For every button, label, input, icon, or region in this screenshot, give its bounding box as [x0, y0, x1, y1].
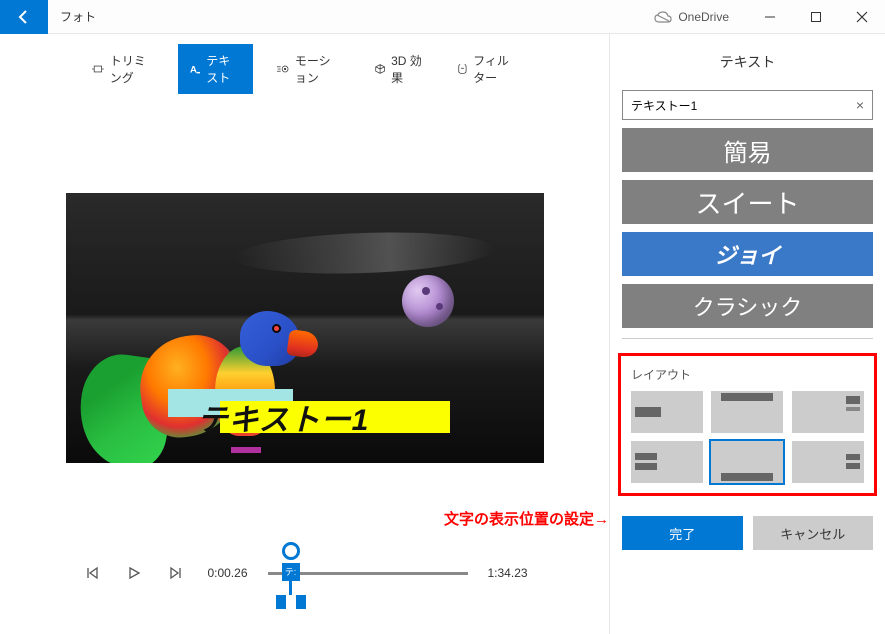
back-button[interactable] [0, 0, 48, 34]
text-icon: A [190, 62, 200, 76]
layout-bottom-center[interactable] [711, 441, 783, 483]
onedrive-status[interactable]: OneDrive [636, 10, 747, 24]
cloud-icon [654, 11, 672, 23]
layout-right-middle[interactable] [792, 441, 864, 483]
playhead-marker-label: テ: [282, 563, 300, 581]
panel-title: テキスト [610, 34, 885, 90]
tool-filter[interactable]: フィルター [446, 44, 529, 94]
play-button[interactable] [123, 562, 145, 584]
tool-3d-label: 3D 効果 [391, 52, 422, 86]
cancel-button[interactable]: キャンセル [753, 516, 874, 550]
layout-left-center[interactable] [631, 441, 703, 483]
next-frame-button[interactable] [165, 562, 187, 584]
text-overlay: テキストー1 [186, 391, 382, 443]
clear-text-button[interactable]: × [856, 97, 864, 113]
tool-text-label: テキスト [206, 52, 241, 86]
ball-prop [402, 275, 454, 327]
prev-frame-button[interactable] [81, 562, 103, 584]
text-input-row: × [622, 90, 873, 120]
tool-motion[interactable]: モーション [265, 44, 351, 94]
layout-title: レイアウト [631, 366, 864, 383]
tool-3d[interactable]: 3D 効果 [363, 44, 434, 94]
playback-controls: 0:00.26 テ: 1:34.23 [20, 532, 589, 634]
timeline[interactable]: テ: [268, 572, 468, 575]
tool-trim[interactable]: トリミング [80, 44, 166, 94]
filter-icon [458, 62, 467, 76]
text-input[interactable] [631, 98, 856, 112]
layout-panel: レイアウト [618, 353, 877, 496]
maximize-button[interactable] [793, 0, 839, 34]
style-simple[interactable]: 簡易 [622, 128, 873, 172]
current-time: 0:00.26 [207, 566, 247, 580]
cube-icon [375, 62, 385, 76]
style-joy[interactable]: ジョイ [622, 232, 873, 276]
overlay-text-value: テキストー1 [186, 391, 382, 443]
annotation-label: 文字の表示位置の設定→ [444, 508, 609, 529]
motion-icon [277, 62, 289, 76]
tool-filter-label: フィルター [473, 52, 517, 86]
layout-top-center[interactable] [711, 391, 783, 433]
tool-trim-label: トリミング [110, 52, 154, 86]
app-title: フォト [48, 8, 108, 25]
onedrive-label: OneDrive [678, 10, 729, 24]
trim-icon [92, 62, 104, 76]
preview-scene: テキストー1 [66, 193, 544, 463]
style-sweet[interactable]: スイート [622, 180, 873, 224]
tool-motion-label: モーション [295, 52, 339, 86]
close-button[interactable] [839, 0, 885, 34]
minimize-button[interactable] [747, 0, 793, 34]
edit-toolbar: トリミング A テキスト モーション 3D 効果 フィルター [20, 34, 589, 104]
playhead[interactable]: テ: [276, 542, 306, 609]
layout-left-middle[interactable] [631, 391, 703, 433]
tool-text[interactable]: A テキスト [178, 44, 253, 94]
layout-right-top[interactable] [792, 391, 864, 433]
total-time: 1:34.23 [488, 566, 528, 580]
style-classic[interactable]: クラシック [622, 284, 873, 328]
done-button[interactable]: 完了 [622, 516, 743, 550]
svg-text:A: A [190, 65, 197, 76]
video-preview[interactable]: テキストー1 [66, 193, 544, 463]
divider [622, 338, 873, 339]
